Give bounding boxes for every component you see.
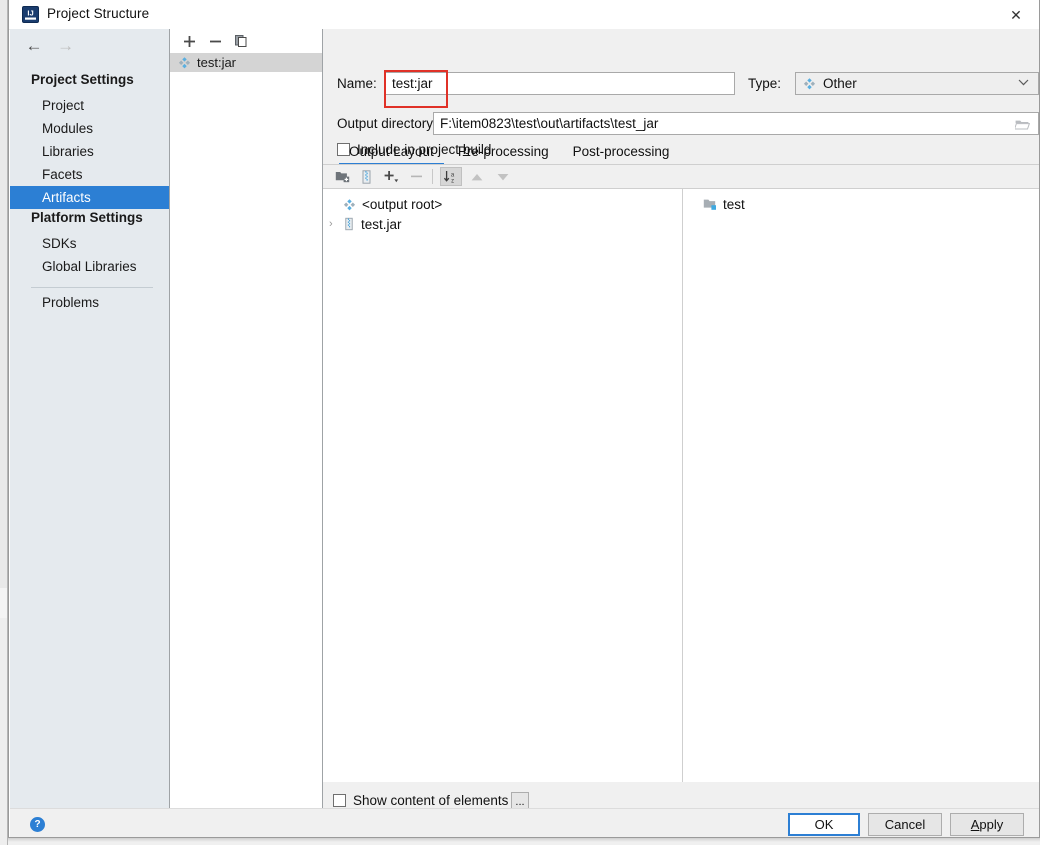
tree-row-label: <output root>	[362, 196, 443, 212]
sidebar-item-label: Facets	[42, 167, 83, 182]
sidebar-item-project[interactable]: Project	[10, 94, 169, 117]
sidebar-item-label: Artifacts	[42, 190, 91, 205]
artifacts-list-toolbar	[170, 29, 322, 53]
output-directory-input[interactable]: F:\item0823\test\out\artifacts\test_jar	[433, 112, 1039, 135]
create-archive-button[interactable]	[355, 167, 377, 186]
help-icon[interactable]: ?	[30, 817, 45, 832]
apply-button-label: Apply	[970, 817, 1004, 832]
artifact-icon	[178, 56, 191, 69]
sidebar-item-label: Modules	[42, 121, 94, 136]
type-select-value: Other	[823, 76, 857, 91]
name-label: Name:	[337, 76, 377, 91]
sidebar-item-modules[interactable]: Modules	[10, 117, 169, 140]
navigation-arrows: ← →	[20, 35, 80, 57]
back-arrow-icon[interactable]: ←	[20, 35, 48, 57]
tree-row-label: test.jar	[361, 216, 402, 232]
sidebar-item-label: Libraries	[42, 144, 94, 159]
archive-icon	[343, 217, 355, 231]
sidebar-item-label: Project	[42, 98, 85, 113]
dialog-footer: ? OK Cancel Apply	[10, 808, 1039, 837]
artifacts-list-panel: test:jar	[170, 29, 323, 808]
forward-arrow-icon[interactable]: →	[52, 35, 80, 57]
add-artifact-button[interactable]	[178, 31, 200, 51]
sidebar-item-global-libraries[interactable]: Global Libraries	[10, 255, 169, 278]
module-folder-icon	[703, 198, 718, 211]
background-window-strip	[0, 0, 8, 845]
dialog-window: IJ Project Structure ✕ ← → Project Setti…	[8, 0, 1040, 838]
project-structure-dialog-root: IJ Project Structure ✕ ← → Project Setti…	[0, 0, 1040, 845]
toolbar-divider	[432, 169, 433, 184]
move-down-button[interactable]	[492, 167, 514, 186]
title-bar: IJ Project Structure ✕	[9, 0, 1039, 30]
svg-text:z: z	[451, 178, 454, 184]
remove-artifact-button[interactable]	[204, 31, 226, 51]
tree-row[interactable]: <output root>	[329, 194, 442, 214]
name-input-value: test:jar	[392, 76, 433, 91]
tab-output-layout[interactable]: Output Layout	[337, 144, 446, 165]
output-layout-toolbar: a z Available Elements ?	[323, 165, 1039, 321]
type-select[interactable]: Other	[795, 72, 1039, 95]
artifact-icon	[343, 198, 356, 211]
show-content-label: Show content of elements	[353, 793, 509, 808]
add-copy-of-button[interactable]	[381, 167, 403, 186]
intellij-idea-icon: IJ	[22, 6, 39, 23]
artifact-icon	[803, 77, 816, 90]
sidebar-group-platform-settings: Platform Settings	[31, 210, 143, 225]
list-item[interactable]: test:jar	[170, 53, 322, 72]
sidebar-item-problems[interactable]: Problems	[10, 291, 169, 314]
cancel-button[interactable]: Cancel	[868, 813, 942, 836]
copy-artifact-button[interactable]	[230, 31, 252, 51]
settings-sidebar: ← → Project Settings Project Modules Lib…	[10, 29, 170, 808]
output-layout-tree[interactable]: <output root> › test.jar	[323, 188, 683, 782]
remove-element-button[interactable]	[405, 167, 427, 186]
output-directory-value: F:\item0823\test\out\artifacts\test_jar	[440, 116, 659, 131]
editor-tabs: Output Layout Pre-processing Post-proces…	[337, 137, 681, 165]
sidebar-item-label: Global Libraries	[42, 259, 137, 274]
available-elements-tree[interactable]: test	[683, 188, 1039, 782]
tree-row[interactable]: › test.jar	[329, 214, 402, 234]
tab-pre-processing[interactable]: Pre-processing	[446, 144, 561, 165]
type-label: Type:	[748, 76, 782, 91]
output-directory-label: Output directory:	[337, 116, 437, 131]
close-icon[interactable]: ✕	[993, 0, 1039, 29]
window-title: Project Structure	[47, 6, 150, 21]
artifact-editor-panel: Name: test:jar Type: Other Output direct…	[323, 29, 1039, 820]
folder-open-icon[interactable]	[1015, 119, 1030, 131]
list-item-label: test:jar	[197, 55, 237, 70]
chevron-right-icon[interactable]: ›	[329, 218, 338, 230]
sidebar-item-artifacts[interactable]: Artifacts	[10, 186, 169, 209]
sidebar-item-libraries[interactable]: Libraries	[10, 140, 169, 163]
apply-button[interactable]: Apply	[950, 813, 1024, 836]
sidebar-item-label: SDKs	[42, 236, 77, 251]
checkbox-box	[333, 794, 346, 807]
ok-button[interactable]: OK	[788, 813, 860, 836]
chevron-down-icon	[1018, 79, 1029, 86]
tab-post-processing[interactable]: Post-processing	[561, 144, 682, 165]
show-content-checkbox[interactable]: Show content of elements	[333, 793, 508, 808]
sidebar-divider	[31, 287, 153, 288]
tree-row[interactable]: test	[703, 194, 745, 214]
sidebar-item-label: Problems	[42, 295, 100, 310]
sidebar-group-project-settings: Project Settings	[31, 72, 134, 87]
move-up-button[interactable]	[466, 167, 488, 186]
tree-row-label: test	[723, 196, 745, 212]
svg-text:IJ: IJ	[27, 8, 33, 17]
sidebar-item-facets[interactable]: Facets	[10, 163, 169, 186]
dialog-drop-shadow	[8, 838, 1040, 842]
sort-by-name-button[interactable]: a z	[440, 167, 462, 186]
sidebar-item-sdks[interactable]: SDKs	[10, 232, 169, 255]
create-directory-button[interactable]	[331, 167, 353, 186]
name-input[interactable]: test:jar	[385, 72, 735, 95]
